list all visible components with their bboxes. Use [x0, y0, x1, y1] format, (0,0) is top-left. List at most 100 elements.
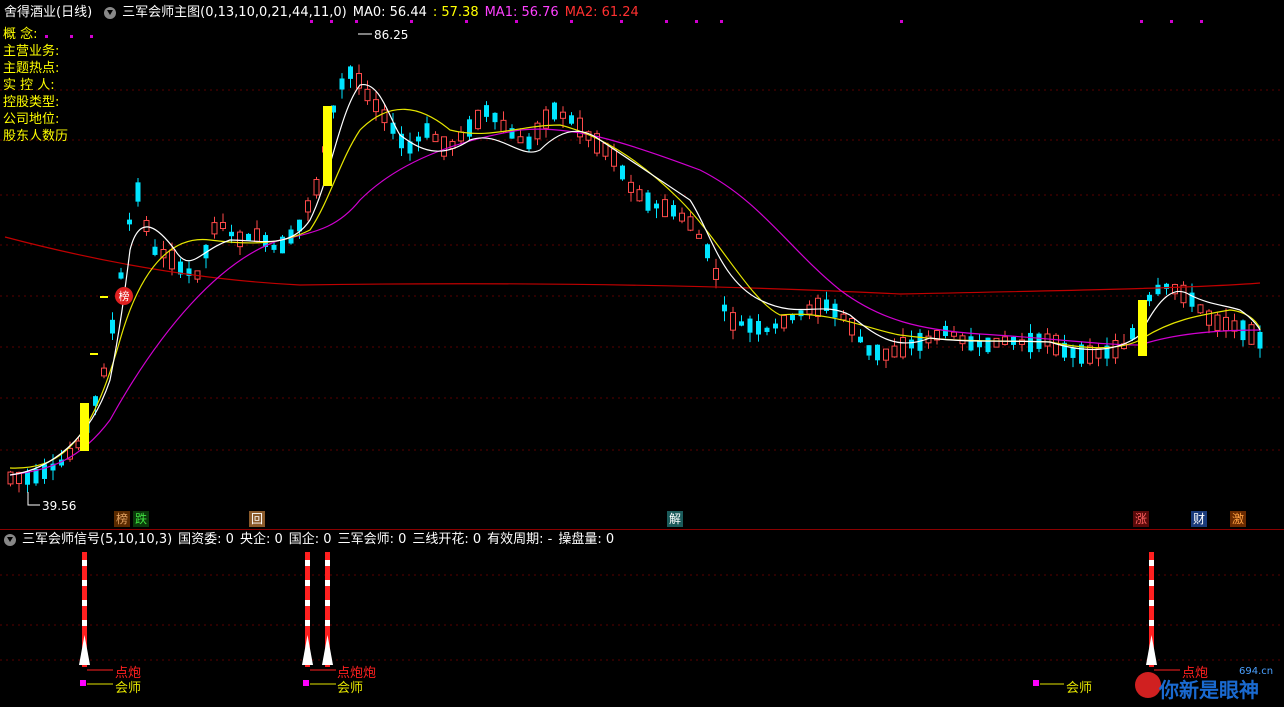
candle-body [577, 117, 583, 138]
signal-spike [1146, 552, 1157, 667]
candle-body [152, 246, 158, 255]
candle-body [381, 109, 388, 124]
signal-spike [302, 552, 313, 667]
signal-spike [79, 552, 90, 667]
event-tag-bang[interactable]: 榜 [114, 511, 131, 527]
candle-body [781, 315, 787, 329]
candle-body [1044, 333, 1051, 347]
candle-body [1223, 316, 1229, 332]
candle-body [773, 323, 778, 329]
candle-body [305, 200, 311, 213]
candle-body [127, 219, 132, 225]
candle-body [135, 182, 141, 202]
candle-body [7, 471, 14, 485]
candle-body [1019, 339, 1025, 345]
candle-body [1147, 294, 1152, 302]
candle-body [1053, 334, 1059, 356]
candle-body [662, 199, 668, 218]
signal-spike [322, 552, 333, 667]
candle-body [432, 133, 439, 143]
candle-body [1070, 347, 1076, 358]
candle-body [636, 189, 643, 202]
signal-bar [80, 403, 89, 451]
ma-magenta-line [9, 128, 1261, 476]
candle-body [246, 233, 251, 241]
sub-header: 三军会师信号(5,10,10,3) 国资委: 0 央企: 0 国企: 0 三军会师: 0… [0, 529, 620, 551]
candle-body [348, 66, 353, 79]
signal-bar [1138, 300, 1147, 356]
candle-body [858, 336, 863, 343]
candle-body [237, 231, 243, 248]
candle-body [628, 181, 634, 193]
candle-body [696, 233, 702, 239]
candle-body [211, 222, 218, 235]
candle-body [484, 105, 489, 117]
candle-body [671, 205, 676, 217]
candle-body [1197, 304, 1204, 314]
candle-body [534, 122, 541, 140]
candle-body [891, 345, 898, 358]
event-tag-jie[interactable]: 解 [667, 511, 684, 527]
grid-lines [0, 89, 1284, 451]
candle-body [229, 231, 234, 237]
main-kline-chart[interactable]: 榜 86.25 39.56 [0, 0, 1284, 530]
candle-body [900, 337, 906, 358]
candle-body [687, 216, 694, 231]
candle-body [467, 119, 472, 137]
candle-body [654, 203, 659, 209]
candle-body [118, 272, 124, 279]
sub-item: 国企: 0 [288, 532, 332, 547]
candle-body [951, 331, 957, 337]
candle-body [101, 367, 107, 377]
candle-body [815, 297, 821, 318]
candle-body [883, 348, 889, 361]
candle-body [526, 136, 532, 150]
candle-body [441, 136, 447, 157]
candle-body [1155, 284, 1161, 295]
candle-body [611, 148, 617, 167]
candle-body [993, 337, 1000, 348]
event-tag-hui[interactable]: 回 [249, 511, 266, 527]
candle-body [517, 136, 524, 144]
candle-body [492, 112, 498, 123]
candle-body [1180, 284, 1187, 304]
signal-label-huishi: 会师 [337, 681, 364, 696]
candle-body [840, 313, 847, 321]
candle-body [849, 318, 855, 336]
watermark-text: 你新是眼神 [1159, 678, 1259, 702]
low-price-label: 39.56 [42, 499, 76, 513]
sub-indicator-title[interactable]: 三军会师信号(5,10,10,3) [22, 532, 172, 547]
candle-body [416, 136, 421, 142]
candle-body [458, 131, 464, 142]
sub-item: 央企: 0 [239, 532, 283, 547]
ma-red-line [4, 236, 1261, 295]
candle-body [1087, 345, 1093, 364]
collapse-icon[interactable] [4, 533, 16, 546]
candle-body [1112, 340, 1119, 359]
candle-body [110, 319, 115, 334]
candle-body [373, 99, 379, 113]
event-tag-die[interactable]: 跌 [133, 511, 150, 527]
candle-body [169, 249, 175, 270]
candle-body [1130, 327, 1135, 340]
sub-item: 有效周期: - [487, 532, 553, 547]
candle-body [42, 464, 47, 479]
candle-body [475, 109, 481, 130]
event-tag-cai[interactable]: 财 [1191, 511, 1208, 527]
candle-body [968, 336, 974, 351]
candle-body [722, 304, 727, 312]
candle-body [271, 244, 277, 250]
candle-body [1231, 320, 1238, 332]
signal-label-huishi: 会师 [1066, 681, 1093, 696]
event-tag-zhang[interactable]: 涨 [1133, 511, 1150, 527]
candle-body [798, 310, 804, 317]
signal-label-huishi: 会师 [115, 681, 142, 696]
event-tag-ji[interactable]: 激 [1230, 511, 1247, 527]
candle-body [747, 318, 753, 333]
candle-body [569, 115, 574, 124]
candle-body [875, 344, 880, 361]
candle-body [339, 78, 345, 90]
candle-body [866, 345, 872, 356]
low-arrow [27, 492, 40, 506]
candle-body [364, 88, 371, 102]
